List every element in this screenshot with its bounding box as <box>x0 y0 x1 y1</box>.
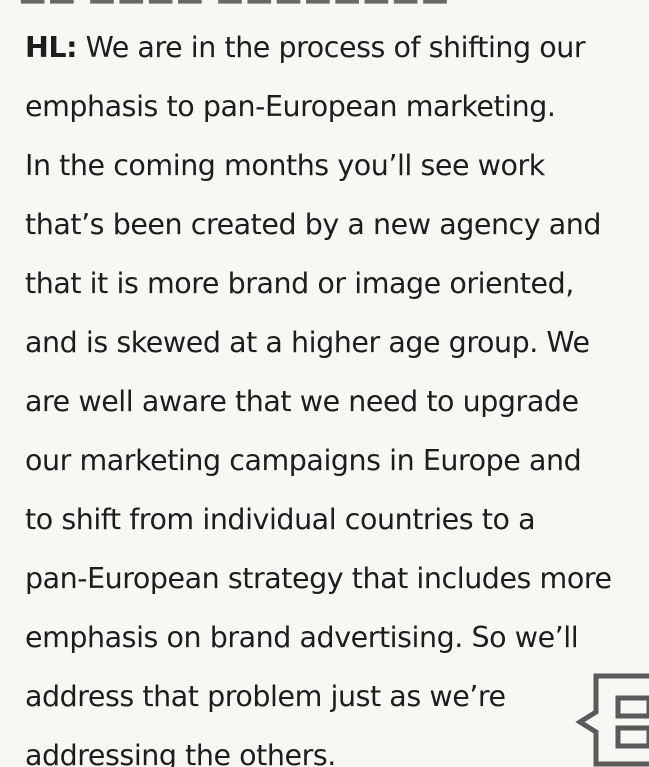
answer-line-4: that’s been created by a new agency and <box>25 208 602 241</box>
answer-line-12: address that problem just as we’re <box>25 680 506 713</box>
answer-line-6: and is skewed at a higher age group. We <box>25 326 590 359</box>
speaker-label: HL: <box>25 31 78 64</box>
answer-line-2: emphasis to pan-European marketing. <box>25 90 556 123</box>
answer-line-10: pan-European strategy that includes more <box>25 562 612 595</box>
end-of-article-icon <box>575 673 649 767</box>
lower-bar-shape <box>615 725 649 749</box>
cropped-previous-line: ▬▬ ▬▬▬▬ ▬▬▬▬▬▬▬▬▬▬ <box>18 0 448 8</box>
interview-answer: HL: We are in the process of shifting ou… <box>25 18 645 767</box>
answer-line-5: that it is more brand or image oriented, <box>25 267 574 300</box>
answer-line-text: We are in the process of shifting our <box>85 31 586 64</box>
answer-line-11: emphasis on brand advertising. So we’ll <box>25 621 579 654</box>
upper-bar-shape <box>615 695 649 719</box>
answer-line-7: are well aware that we need to upgrade <box>25 385 579 418</box>
answer-line-1: HL: We are in the process of shifting ou… <box>25 18 645 77</box>
answer-line-3: In the coming months you’ll see work <box>25 149 545 182</box>
answer-line-9: to shift from individual countries to a <box>25 503 536 536</box>
answer-line-13: addressing the others. <box>25 739 336 767</box>
answer-line-8: our marketing campaigns in Europe and <box>25 444 582 477</box>
bracket-shape <box>575 673 649 767</box>
